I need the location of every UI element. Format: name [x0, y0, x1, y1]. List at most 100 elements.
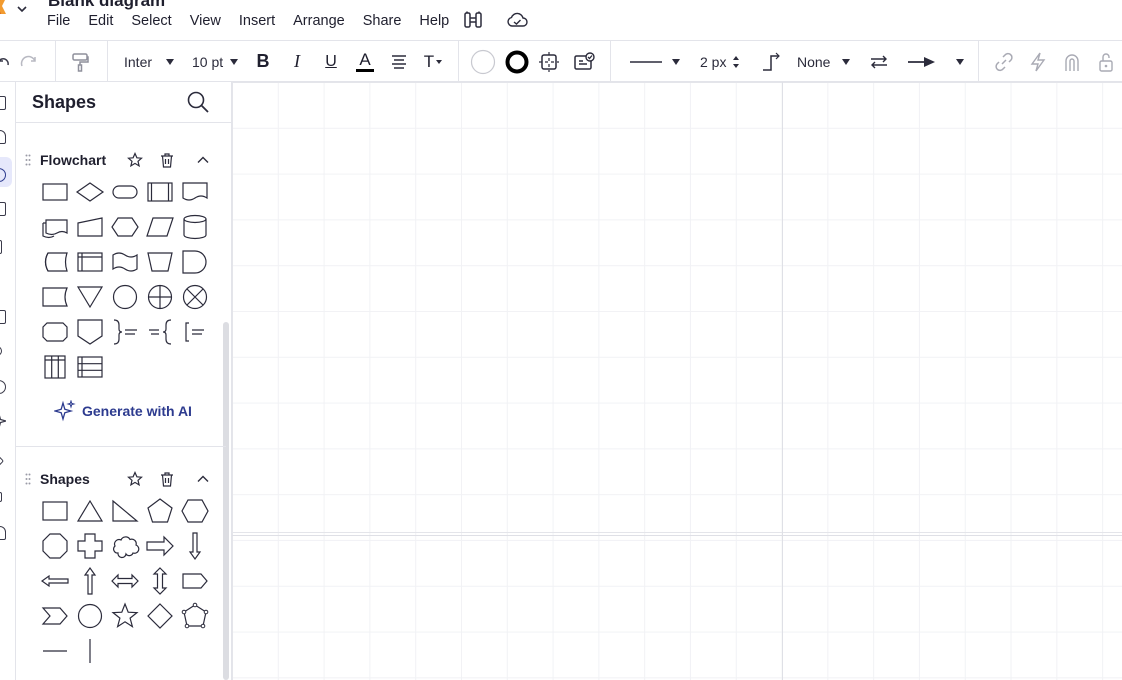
flowchart-group-title[interactable]: Flowchart	[40, 152, 106, 168]
shape-right-triangle[interactable]	[110, 496, 140, 526]
shape-up-down-arrow[interactable]	[145, 566, 175, 596]
document-title[interactable]: Blank diagram	[48, 0, 165, 11]
trash-icon[interactable]	[159, 152, 175, 168]
image-icon[interactable]	[0, 310, 6, 324]
shape-octagon[interactable]	[40, 531, 70, 561]
italic-button[interactable]: I	[286, 41, 308, 82]
shape-vertical-line[interactable]	[75, 636, 105, 666]
star-icon[interactable]	[127, 152, 143, 168]
shape-document[interactable]	[180, 177, 210, 207]
shape-cross[interactable]	[75, 531, 105, 561]
shape-triangle[interactable]	[75, 496, 105, 526]
menu-edit[interactable]: Edit	[88, 13, 113, 29]
shape-summing-junction[interactable]	[180, 282, 210, 312]
shape-pentagon[interactable]	[145, 496, 175, 526]
layers-icon[interactable]	[0, 492, 2, 502]
link-icon[interactable]	[993, 41, 1015, 82]
shape-cloud[interactable]	[110, 531, 140, 561]
line-color-icon[interactable]	[504, 41, 530, 82]
shape-rectangle[interactable]	[40, 496, 70, 526]
shape-internal-storage[interactable]	[75, 247, 105, 277]
shape-polygon[interactable]	[180, 601, 210, 631]
templates-icon[interactable]	[0, 130, 6, 144]
font-family-select[interactable]: Inter	[124, 41, 180, 82]
shape-down-arrow[interactable]	[180, 531, 210, 561]
bold-button[interactable]: B	[252, 41, 274, 82]
data-icon[interactable]	[0, 202, 6, 216]
shape-tag[interactable]	[180, 566, 210, 596]
shape-merge[interactable]	[75, 282, 105, 312]
shape-right-arrow[interactable]	[145, 531, 175, 561]
shape-off-page-connector[interactable]	[75, 317, 105, 347]
shape-annotation-bracket[interactable]	[180, 317, 210, 347]
diagram-canvas[interactable]	[232, 82, 1122, 680]
integrations-icon[interactable]	[0, 346, 2, 356]
chevron-up-icon[interactable]	[195, 471, 211, 487]
chevron-up-icon[interactable]	[195, 152, 211, 168]
pen-icon[interactable]	[0, 275, 9, 295]
shape-terminator[interactable]	[110, 177, 140, 207]
shape-data[interactable]	[145, 212, 175, 242]
lock-icon[interactable]	[1095, 41, 1117, 82]
shapes-group-title[interactable]: Shapes	[40, 471, 90, 487]
font-color-button[interactable]: A	[354, 41, 376, 82]
shape-multi-document[interactable]	[40, 212, 70, 242]
trash-icon[interactable]	[159, 471, 175, 487]
menu-arrange[interactable]: Arrange	[293, 13, 345, 29]
menu-view[interactable]: View	[190, 13, 221, 29]
drag-handle-icon[interactable]	[25, 154, 31, 166]
magnet-icon[interactable]	[1061, 41, 1083, 82]
app-logo-icon[interactable]	[0, 0, 8, 14]
shape-annotation-right-brace[interactable]	[110, 317, 140, 347]
shape-annotation-left-brace[interactable]	[145, 317, 175, 347]
shape-display[interactable]	[40, 282, 70, 312]
shape-chevron[interactable]	[40, 601, 70, 631]
chevron-down-icon[interactable]	[16, 3, 28, 15]
menu-file[interactable]: File	[47, 13, 70, 29]
shape-horizontal-swimlane[interactable]	[75, 352, 105, 382]
shape-database[interactable]	[180, 212, 210, 242]
shape-or[interactable]	[145, 282, 175, 312]
shape-process[interactable]	[40, 177, 70, 207]
shape-vertical-swimlane[interactable]	[40, 352, 70, 382]
swap-arrows-icon[interactable]	[868, 41, 890, 82]
style-preset-icon[interactable]	[572, 41, 596, 82]
text-align-icon[interactable]	[388, 41, 410, 82]
search-icon[interactable]	[186, 90, 210, 114]
redo-icon[interactable]	[20, 41, 40, 82]
fill-color-icon[interactable]	[470, 41, 496, 82]
shape-connector[interactable]	[110, 282, 140, 312]
menu-select[interactable]: Select	[131, 13, 171, 29]
shape-left-right-arrow[interactable]	[110, 566, 140, 596]
shape-diamond[interactable]	[145, 601, 175, 631]
notes-icon[interactable]	[0, 526, 6, 540]
undo-icon[interactable]	[0, 41, 10, 82]
panel-scrollbar[interactable]	[223, 322, 229, 680]
documents-icon[interactable]	[0, 240, 2, 254]
drag-handle-icon[interactable]	[25, 473, 31, 485]
menu-insert[interactable]: Insert	[239, 13, 275, 29]
shape-loop-limit[interactable]	[40, 317, 70, 347]
line-start-select[interactable]: None	[797, 41, 857, 82]
shape-decision[interactable]	[75, 177, 105, 207]
text-options-button[interactable]: T	[420, 41, 446, 82]
shape-punched-tape[interactable]	[110, 247, 140, 277]
shape-predefined-process[interactable]	[145, 177, 175, 207]
underline-button[interactable]: U	[320, 41, 342, 82]
shape-preparation[interactable]	[110, 212, 140, 242]
format-painter-icon[interactable]	[68, 41, 92, 82]
line-end-select[interactable]	[904, 41, 968, 82]
lightning-icon[interactable]	[1027, 41, 1049, 82]
comment-icon[interactable]	[0, 380, 6, 394]
cloud-saved-icon[interactable]	[506, 11, 528, 29]
line-width-stepper[interactable]: 2 px	[700, 41, 748, 82]
pages-icon[interactable]	[0, 96, 6, 110]
star-icon[interactable]	[127, 471, 143, 487]
menu-help[interactable]: Help	[419, 13, 449, 29]
menu-share[interactable]: Share	[363, 13, 402, 29]
shape-horizontal-line[interactable]	[40, 636, 70, 666]
sparkle-icon[interactable]	[0, 414, 9, 428]
diamond-icon[interactable]	[0, 453, 5, 469]
shape-manual-operation[interactable]	[145, 247, 175, 277]
shape-options-icon[interactable]	[538, 41, 560, 82]
